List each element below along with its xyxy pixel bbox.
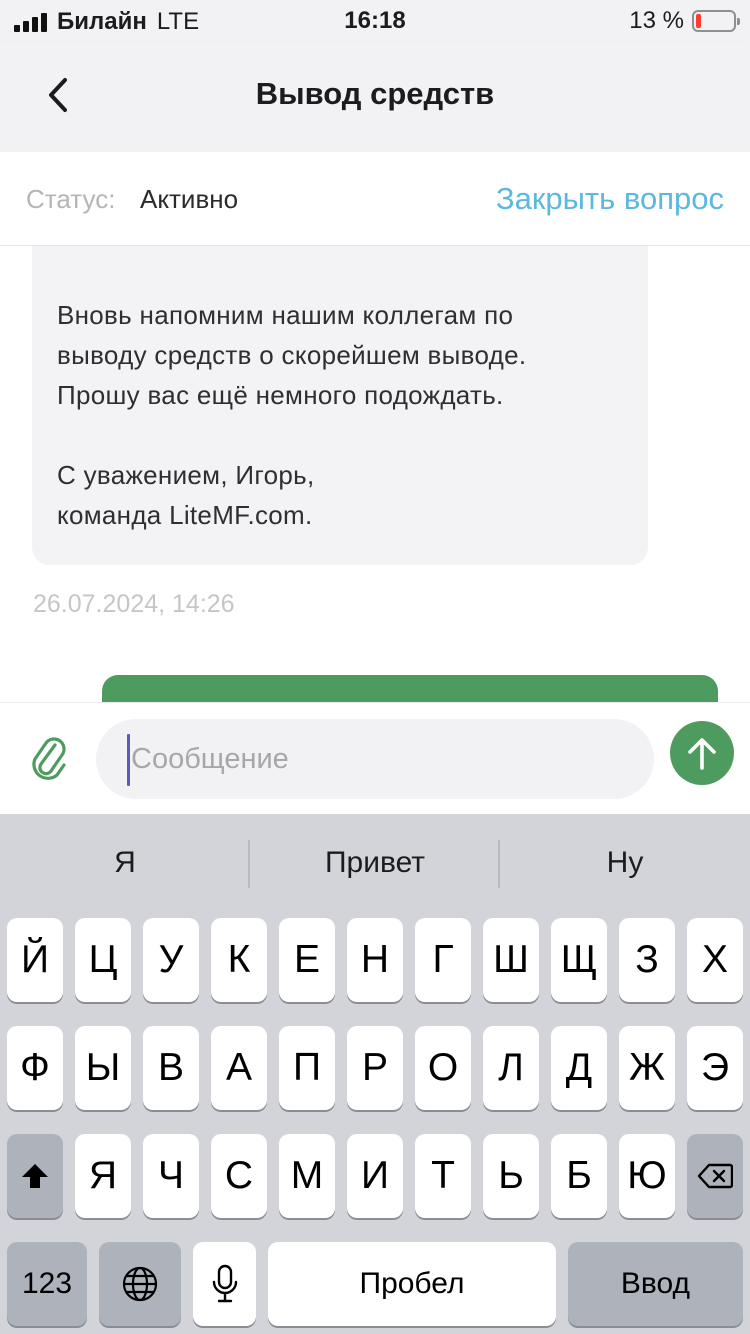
key[interactable]: Ы (75, 1026, 131, 1110)
key[interactable]: Щ (551, 918, 607, 1002)
key[interactable]: Ч (143, 1134, 199, 1218)
key[interactable]: Ю (619, 1134, 675, 1218)
key[interactable]: С (211, 1134, 267, 1218)
key[interactable]: Ж (619, 1026, 675, 1110)
message-line: С уважением, Игорь, (57, 460, 315, 490)
microphone-icon (212, 1264, 237, 1303)
shift-key[interactable] (7, 1134, 63, 1218)
ticket-status-bar: Статус: Активно Закрыть вопрос (0, 152, 750, 246)
key[interactable]: Й (7, 918, 63, 1002)
key[interactable]: Т (415, 1134, 471, 1218)
globe-key[interactable] (99, 1242, 181, 1326)
attach-button[interactable] (28, 731, 68, 781)
paperclip-icon (32, 737, 66, 780)
key[interactable]: Р (347, 1026, 403, 1110)
key[interactable]: П (279, 1026, 335, 1110)
key[interactable]: И (347, 1134, 403, 1218)
navigation-bar: Вывод средств (0, 42, 750, 152)
battery-info: 13 % (629, 7, 740, 35)
space-key[interactable]: Пробел (268, 1242, 556, 1326)
arrow-up-icon (688, 738, 716, 770)
chat-history[interactable]: Вновь напомним нашим коллегам по выводу … (0, 246, 750, 702)
return-key[interactable]: Ввод (568, 1242, 743, 1326)
status-label: Статус: (26, 184, 116, 214)
backspace-key[interactable] (687, 1134, 743, 1218)
suggestion-item[interactable]: Я (0, 846, 250, 880)
battery-icon (692, 10, 740, 32)
key[interactable]: Д (551, 1026, 607, 1110)
key[interactable]: К (211, 918, 267, 1002)
key[interactable]: Ц (75, 918, 131, 1002)
suggestion-item[interactable]: Привет (250, 846, 500, 880)
send-button[interactable] (670, 721, 734, 785)
key[interactable]: Г (415, 918, 471, 1002)
dictation-key[interactable] (193, 1242, 256, 1326)
close-question-button[interactable]: Закрыть вопрос (496, 181, 724, 217)
key[interactable]: А (211, 1026, 267, 1110)
backspace-icon (697, 1163, 733, 1189)
key[interactable]: Я (75, 1134, 131, 1218)
status-value: Активно (140, 184, 239, 214)
message-timestamp: 26.07.2024, 14:26 (33, 590, 235, 618)
key[interactable]: Е (279, 918, 335, 1002)
key[interactable]: М (279, 1134, 335, 1218)
message-line: Прошу вас ещё немного подождать. (57, 380, 504, 410)
message-line: выводу средств о скорейшем выводе. (57, 340, 527, 370)
key[interactable]: Н (347, 918, 403, 1002)
key[interactable]: Б (551, 1134, 607, 1218)
key[interactable]: В (143, 1026, 199, 1110)
key[interactable]: Э (687, 1026, 743, 1110)
status-bar: Билайн LTE 16:18 13 % (0, 0, 750, 42)
key[interactable]: Ш (483, 918, 539, 1002)
suggestion-item[interactable]: Ну (500, 846, 750, 880)
message-line: команда LiteMF.com. (57, 500, 313, 530)
key[interactable]: Л (483, 1026, 539, 1110)
battery-level (696, 14, 701, 28)
key[interactable]: У (143, 918, 199, 1002)
key[interactable]: З (619, 918, 675, 1002)
message-line: Вновь напомним нашим коллегам по (57, 300, 514, 330)
message-composer (0, 702, 750, 814)
battery-percent: 13 % (629, 7, 684, 34)
key[interactable]: Х (687, 918, 743, 1002)
shift-icon (22, 1164, 48, 1188)
keyboard: Я Привет Ну Й Ц У К Е Н Г Ш Щ З Х Ф Ы В … (0, 814, 750, 1334)
page-title: Вывод средств (255, 76, 495, 111)
globe-icon (122, 1266, 158, 1302)
numbers-key[interactable]: 123 (7, 1242, 87, 1326)
text-cursor (127, 734, 130, 786)
suggestion-bar: Я Привет Ну (0, 814, 750, 914)
key[interactable]: Ф (7, 1026, 63, 1110)
key[interactable]: О (415, 1026, 471, 1110)
support-message-bubble: Вновь напомним нашим коллегам по выводу … (32, 246, 648, 565)
key[interactable]: Ь (483, 1134, 539, 1218)
message-input[interactable] (96, 719, 654, 799)
user-message-bubble (102, 675, 718, 702)
